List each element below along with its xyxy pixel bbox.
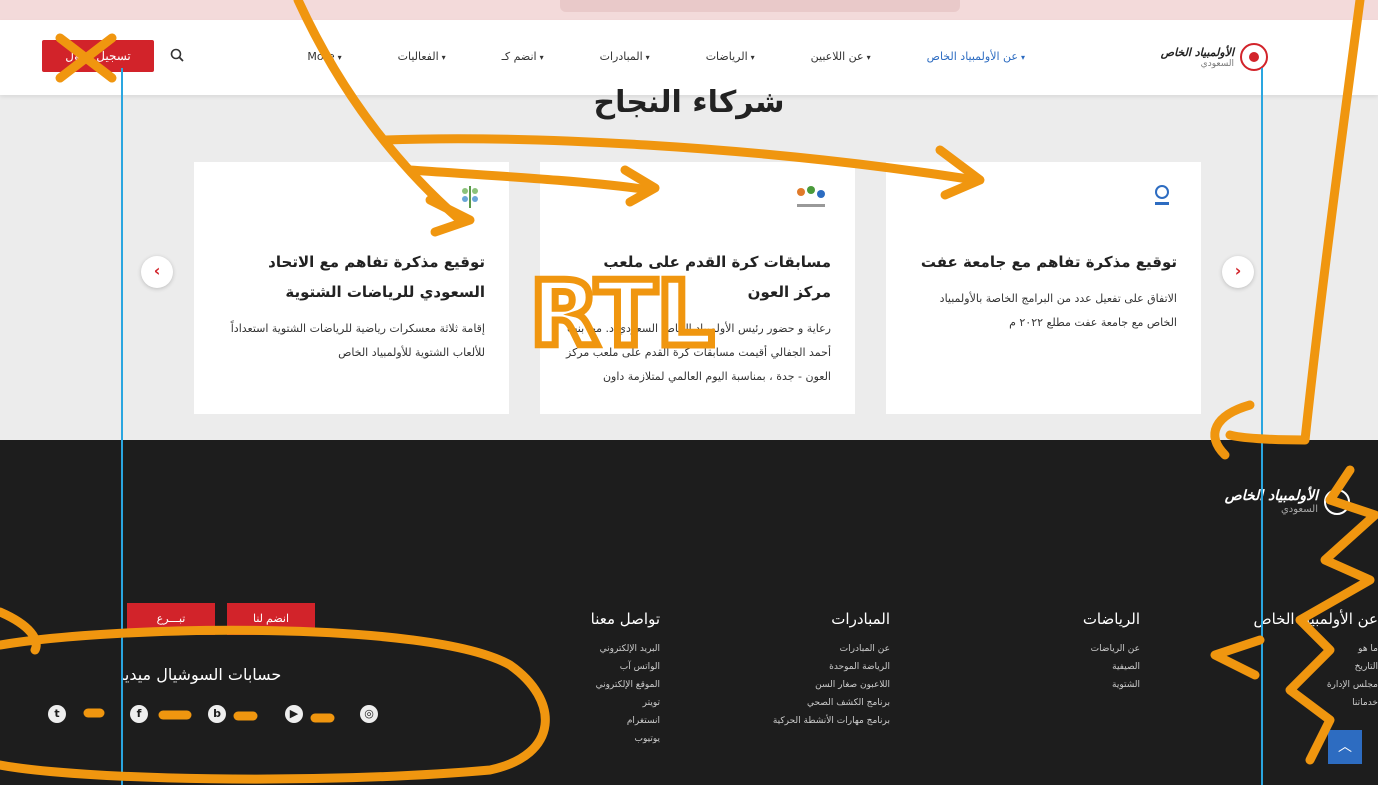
nav-label: الفعاليات [397, 50, 439, 63]
join-button[interactable]: انضم لنا [227, 603, 315, 635]
facebook-icon[interactable]: f [130, 705, 148, 723]
footer-link[interactable]: الموقع الإلكتروني [540, 676, 660, 694]
footer-column-heading: المبادرات [831, 610, 890, 628]
nav-item-events[interactable]: الفعاليات ▾ [370, 50, 474, 63]
footer-column-about: عن الأولمبياد الخاص ما هو التاريخ مجلس ا… [1218, 610, 1378, 712]
chevron-down-icon: ▾ [337, 53, 342, 62]
chevron-down-icon: ▾ [441, 53, 446, 62]
footer-column-initiatives: المبادرات عن المبادرات الرياضة الموحدة ا… [740, 610, 890, 730]
partner-logo [797, 182, 831, 212]
brand-subtitle: السعودي [1200, 58, 1234, 69]
partner-logo [1147, 182, 1177, 212]
chevron-right-icon[interactable]: › [1222, 256, 1254, 288]
card-description: الاتفاق على تفعيل عدد من البرامج الخاصة … [939, 292, 1177, 329]
nav-item-join-as[interactable]: انضم كـ ▾ [474, 50, 572, 63]
twitter-icon[interactable]: t [48, 705, 66, 723]
footer-brand-subtitle: السعودي [1280, 504, 1318, 515]
footer-link[interactable]: البريد الإلكتروني [540, 640, 660, 658]
youtube-icon[interactable]: ▶ [285, 705, 303, 723]
chevron-left-icon[interactable]: ‹ [141, 256, 173, 288]
nav-label: عن الأولمبياد الخاص [926, 50, 1018, 63]
donate-button[interactable]: تبـــرع [127, 603, 215, 635]
footer-link[interactable]: مجلس الإدارة [1218, 676, 1378, 694]
nav-label: المبادرات [599, 50, 643, 63]
brand-title: الأولمبياد الخاص [1160, 45, 1234, 59]
footer-column-heading: تواصل معنا [590, 610, 660, 628]
navbar: الأولمبياد الخاص السعودي عن الأولمبياد ا… [0, 20, 1378, 95]
footer-column-heading: الرياضات [1082, 610, 1140, 628]
footer-brand-title: الأولمبياد الخاص [1224, 488, 1318, 504]
chevron-down-icon: ▾ [539, 53, 544, 62]
scroll-to-top-button[interactable]: ︿ [1328, 730, 1362, 764]
logo-emblem-icon [1324, 488, 1350, 515]
chevron-down-icon: ▾ [750, 53, 755, 62]
card-title[interactable]: مسابقات كرة القدم على ملعب مركز العون [564, 247, 831, 307]
blogger-icon[interactable]: b [208, 705, 226, 723]
nav-label: عن اللاعبين [810, 50, 864, 63]
chevron-down-icon: ▾ [866, 53, 871, 62]
chevron-down-icon: ▾ [645, 53, 650, 62]
site-footer: الأولمبياد الخاص السعودي عن الأولمبياد ا… [0, 440, 1378, 785]
nav-item-more[interactable]: More ▾ [279, 50, 369, 63]
footer-column-contact: تواصل معنا البريد الإلكتروني الواتس آب ا… [540, 610, 660, 748]
footer-link[interactable]: التاريخ [1218, 658, 1378, 676]
site-logo[interactable]: الأولمبياد الخاص السعودي [1098, 36, 1268, 78]
section-title: شركاء النجاح [593, 85, 785, 120]
nav-label: More [307, 50, 335, 63]
main-nav: عن الأولمبياد الخاص ▾ عن اللاعبين ▾ الرياض… [279, 50, 1053, 63]
top-strip [0, 0, 1378, 20]
footer-link[interactable]: برنامج مهارات الأنشطة الحركية [740, 712, 890, 730]
footer-link[interactable]: اللاعبون صغار السن [740, 676, 890, 694]
nav-label: الرياضات [705, 50, 748, 63]
footer-link[interactable]: عن الرياضات [1020, 640, 1140, 658]
nav-item-initiatives[interactable]: المبادرات ▾ [572, 50, 678, 63]
partner-logo [455, 182, 485, 212]
social-title: حسابات السوشيال ميديا [120, 665, 282, 684]
footer-column-sports: الرياضات عن الرياضات الصيفية الشتوية [1020, 610, 1140, 694]
nav-item-sports[interactable]: الرياضات ▾ [678, 50, 783, 63]
partner-card[interactable]: مسابقات كرة القدم على ملعب مركز العون رع… [540, 162, 855, 414]
search-icon[interactable] [170, 48, 186, 64]
footer-link[interactable]: برنامج الكشف الصحي [740, 694, 890, 712]
footer-link[interactable]: خدماتنا [1218, 694, 1378, 712]
left-guide-line [121, 68, 123, 785]
partner-card[interactable]: توقيع مذكرة تفاهم مع الاتحاد السعودي للر… [194, 162, 509, 414]
footer-logo[interactable]: الأولمبياد الخاص السعودي [1225, 488, 1350, 515]
card-title[interactable]: توقيع مذكرة تفاهم مع جامعة عفت [910, 247, 1177, 277]
nav-item-about-special-olympics[interactable]: عن الأولمبياد الخاص ▾ [899, 50, 1053, 63]
login-button[interactable]: تسجيل دخول [42, 40, 154, 72]
nav-item-athletes[interactable]: عن اللاعبين ▾ [783, 50, 899, 63]
card-description: إقامة ثلاثة معسكرات رياضية للرياضات الشت… [230, 322, 485, 359]
top-strip-tab [560, 0, 960, 12]
footer-column-heading: عن الأولمبياد الخاص [1253, 610, 1378, 628]
nav-label: انضم كـ [501, 50, 537, 63]
chevron-down-icon: ▾ [1020, 53, 1025, 62]
footer-link[interactable]: يوتيوب [540, 730, 661, 748]
footer-link[interactable]: تويتر [540, 694, 660, 712]
footer-link[interactable]: الرياضة الموحدة [740, 658, 890, 676]
footer-link[interactable]: الصيفية [1020, 658, 1140, 676]
partner-card[interactable]: توقيع مذكرة تفاهم مع جامعة عفت الاتفاق ع… [886, 162, 1201, 414]
card-title[interactable]: توقيع مذكرة تفاهم مع الاتحاد السعودي للر… [218, 247, 485, 307]
footer-link[interactable]: انستغرام [540, 712, 660, 730]
instagram-icon[interactable]: ◎ [360, 705, 378, 723]
card-description: رعاية و حضور رئيس الأولمبياد الخاص السعو… [566, 322, 831, 383]
footer-link[interactable]: عن المبادرات [740, 640, 890, 658]
footer-link[interactable]: الواتس آب [540, 658, 660, 676]
right-guide-line [1261, 68, 1263, 785]
footer-link[interactable]: الشتوية [1020, 676, 1140, 694]
footer-link[interactable]: ما هو [1218, 640, 1378, 658]
logo-emblem-icon [1240, 43, 1268, 71]
